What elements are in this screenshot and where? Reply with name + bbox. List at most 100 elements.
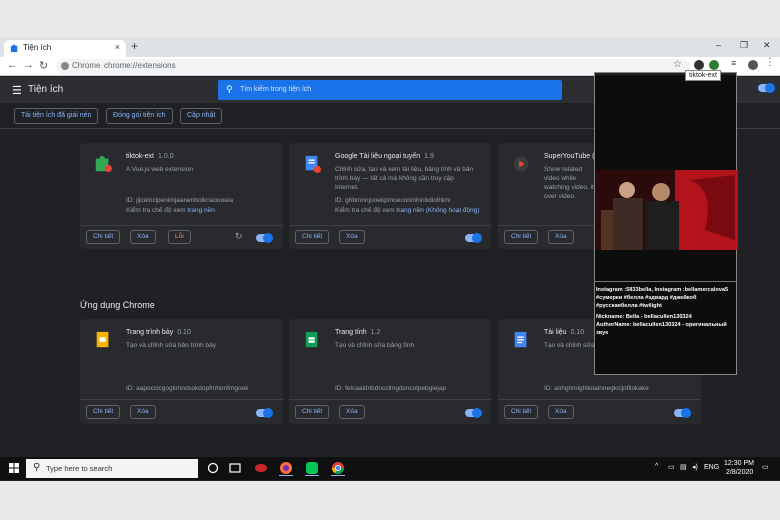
chrome-taskbar-icon[interactable] (331, 460, 345, 476)
extension-description: Show related video while watching video,… (544, 166, 594, 200)
app-name: Tài liệu 0.10 (544, 329, 585, 336)
tray-chevron-icon[interactable]: ^ (655, 463, 658, 470)
search-placeholder: Tìm kiếm trong tiện ích (240, 86, 312, 93)
video-info: Instagram :5833bella, Instagram :bellame… (596, 286, 736, 337)
clock-date[interactable]: 2/8/2020 (726, 469, 753, 476)
remove-button[interactable]: Xóa (130, 405, 156, 419)
docs-offline-icon (305, 155, 321, 173)
star-icon[interactable]: ☆ (673, 59, 682, 70)
divider (80, 225, 283, 226)
extension-description: A Vue.js web extension (126, 166, 193, 173)
details-button[interactable]: Chi tiết (504, 405, 539, 419)
app-id: ID: aapocclcgogkmnckokdopfmhonfmgoek (126, 385, 249, 392)
pack-extension-button[interactable]: Đóng gói tiện ích (106, 108, 173, 124)
load-unpacked-button[interactable]: Tải tiện ích đã giải nén (14, 108, 99, 124)
extension-id: ID: ghbmnnjooekpmoecnnnilnnbdlolhkhi (335, 197, 451, 204)
app-id: ID: aohghmighlieiainnegkcijnfilokake (544, 385, 649, 392)
cortana-icon[interactable] (206, 460, 220, 476)
taskbar-search-text: Type here to search (46, 464, 113, 473)
tiktok-ext-puzzle-icon (95, 155, 112, 173)
video-nickname: Nickname: Bella - bellacullen130324 (596, 314, 692, 320)
browser-window: Tiện ích × + – ❐ ✕ ← → ↻ Chrome chrome:/… (0, 37, 780, 481)
line-app-icon[interactable] (305, 460, 319, 476)
app-description: Tạo và chỉnh sửa bản trình bày (126, 342, 216, 349)
enable-toggle[interactable] (465, 408, 482, 418)
background-page-link[interactable]: trang nền (396, 207, 423, 214)
omnibox-url[interactable]: chrome://extensions (104, 61, 176, 70)
errors-button[interactable]: Lỗi (168, 230, 191, 244)
taskbar: ⚲ Type here to search ^ ▭ ▤ ◂) ENG 12:30… (0, 457, 780, 480)
chrome-icon (61, 62, 69, 70)
extension-dark-icon[interactable] (694, 60, 704, 70)
tab-close-button[interactable]: × (115, 42, 120, 52)
remove-button[interactable]: Xóa (548, 230, 574, 244)
details-button[interactable]: Chi tiết (86, 230, 121, 244)
tooltip: tiktok-ext (685, 70, 722, 81)
extension-card: Google Tài liệu ngoại tuyến 1.9 Chỉnh sửa… (289, 143, 491, 249)
extension-id: ID: jljcelnclpenlmjaanenbolknaoooeia (126, 197, 233, 204)
back-icon[interactable]: ← (7, 59, 18, 71)
slides-icon (96, 331, 109, 348)
task-view-icon[interactable] (228, 460, 242, 476)
video-caption: Instagram :5833bella, Instagram :bellame… (596, 287, 729, 309)
video-frame (595, 170, 738, 250)
notification-icon[interactable]: ▭ (762, 463, 769, 471)
remove-button[interactable]: Xóa (339, 230, 365, 244)
extension-card: tiktok-ext 1.0.0 A Vue.js web extension I… (80, 143, 283, 249)
sheets-icon (305, 331, 318, 348)
tray-app-icon[interactable]: ▭ (668, 463, 675, 471)
details-button[interactable]: Chi tiết (504, 230, 539, 244)
apps-section-title: Ứng dụng Chrome (80, 300, 155, 310)
divider (289, 399, 491, 400)
details-button[interactable]: Chi tiết (295, 230, 330, 244)
app-name: Trang trình bày 0.10 (126, 329, 191, 336)
background-page-link[interactable]: trang nền (187, 207, 214, 214)
page-title: Tiện ích (28, 84, 64, 95)
windows-start-icon[interactable] (9, 463, 19, 473)
close-window-button[interactable]: ✕ (763, 40, 771, 51)
playlist-icon[interactable]: ≡ (731, 58, 741, 68)
volume-icon[interactable]: ◂) (692, 463, 698, 471)
extension-name: tiktok-ext 1.0.0 (126, 153, 174, 160)
menu-icon[interactable]: ⋮ (765, 57, 775, 68)
enable-toggle[interactable] (465, 233, 482, 243)
language-indicator[interactable]: ENG (704, 464, 719, 471)
network-icon[interactable]: ▤ (680, 463, 687, 471)
play-icon (513, 156, 529, 172)
avatar[interactable] (748, 60, 758, 70)
remove-button[interactable]: Xóa (130, 230, 156, 244)
remove-button[interactable]: Xóa (548, 405, 574, 419)
divider (289, 225, 491, 226)
extension-name: SuperYouTube (E (544, 153, 600, 160)
tiktok-ext-icon[interactable] (709, 60, 719, 70)
taskbar-search-input[interactable]: ⚲ Type here to search (26, 459, 198, 478)
search-icon: ⚲ (33, 462, 41, 473)
new-tab-button[interactable]: + (131, 39, 138, 53)
reload-icon[interactable]: ↻ (39, 59, 48, 72)
divider (498, 399, 701, 400)
remove-button[interactable]: Xóa (339, 405, 365, 419)
hamburger-icon[interactable]: ☰ (12, 84, 22, 97)
details-button[interactable]: Chi tiết (295, 405, 330, 419)
extension-name: Google Tài liệu ngoại tuyến 1.9 (335, 153, 434, 160)
app-description: Tạo và chỉnh sửa bảng tính (335, 342, 415, 349)
details-button[interactable]: Chi tiết (86, 405, 121, 419)
app-icon-red[interactable] (254, 460, 268, 476)
enable-toggle[interactable] (256, 408, 273, 418)
enable-toggle[interactable] (256, 233, 273, 243)
firefox-icon[interactable] (279, 460, 293, 476)
enable-toggle[interactable] (674, 408, 691, 418)
tab-extensions[interactable]: Tiện ích × (4, 40, 126, 57)
developer-mode-toggle[interactable] (758, 83, 775, 93)
maximize-button[interactable]: ❐ (740, 40, 748, 51)
divider (80, 399, 283, 400)
forward-icon[interactable]: → (23, 59, 34, 71)
video-author: AuthorName: bellacullen130324 - оригинал… (596, 322, 727, 336)
clock-time[interactable]: 12:30 PM (724, 460, 754, 467)
minimize-button[interactable]: – (716, 40, 721, 50)
search-input[interactable]: ⚲ Tìm kiếm trong tiện ích (218, 80, 562, 100)
update-button[interactable]: Cập nhật (180, 108, 223, 124)
video-thumbnail[interactable] (595, 170, 738, 250)
reload-extension-icon[interactable]: ↻ (235, 231, 243, 242)
app-card: Trang tính 1.2 Tạo và chỉnh sửa bảng tính… (289, 319, 491, 424)
